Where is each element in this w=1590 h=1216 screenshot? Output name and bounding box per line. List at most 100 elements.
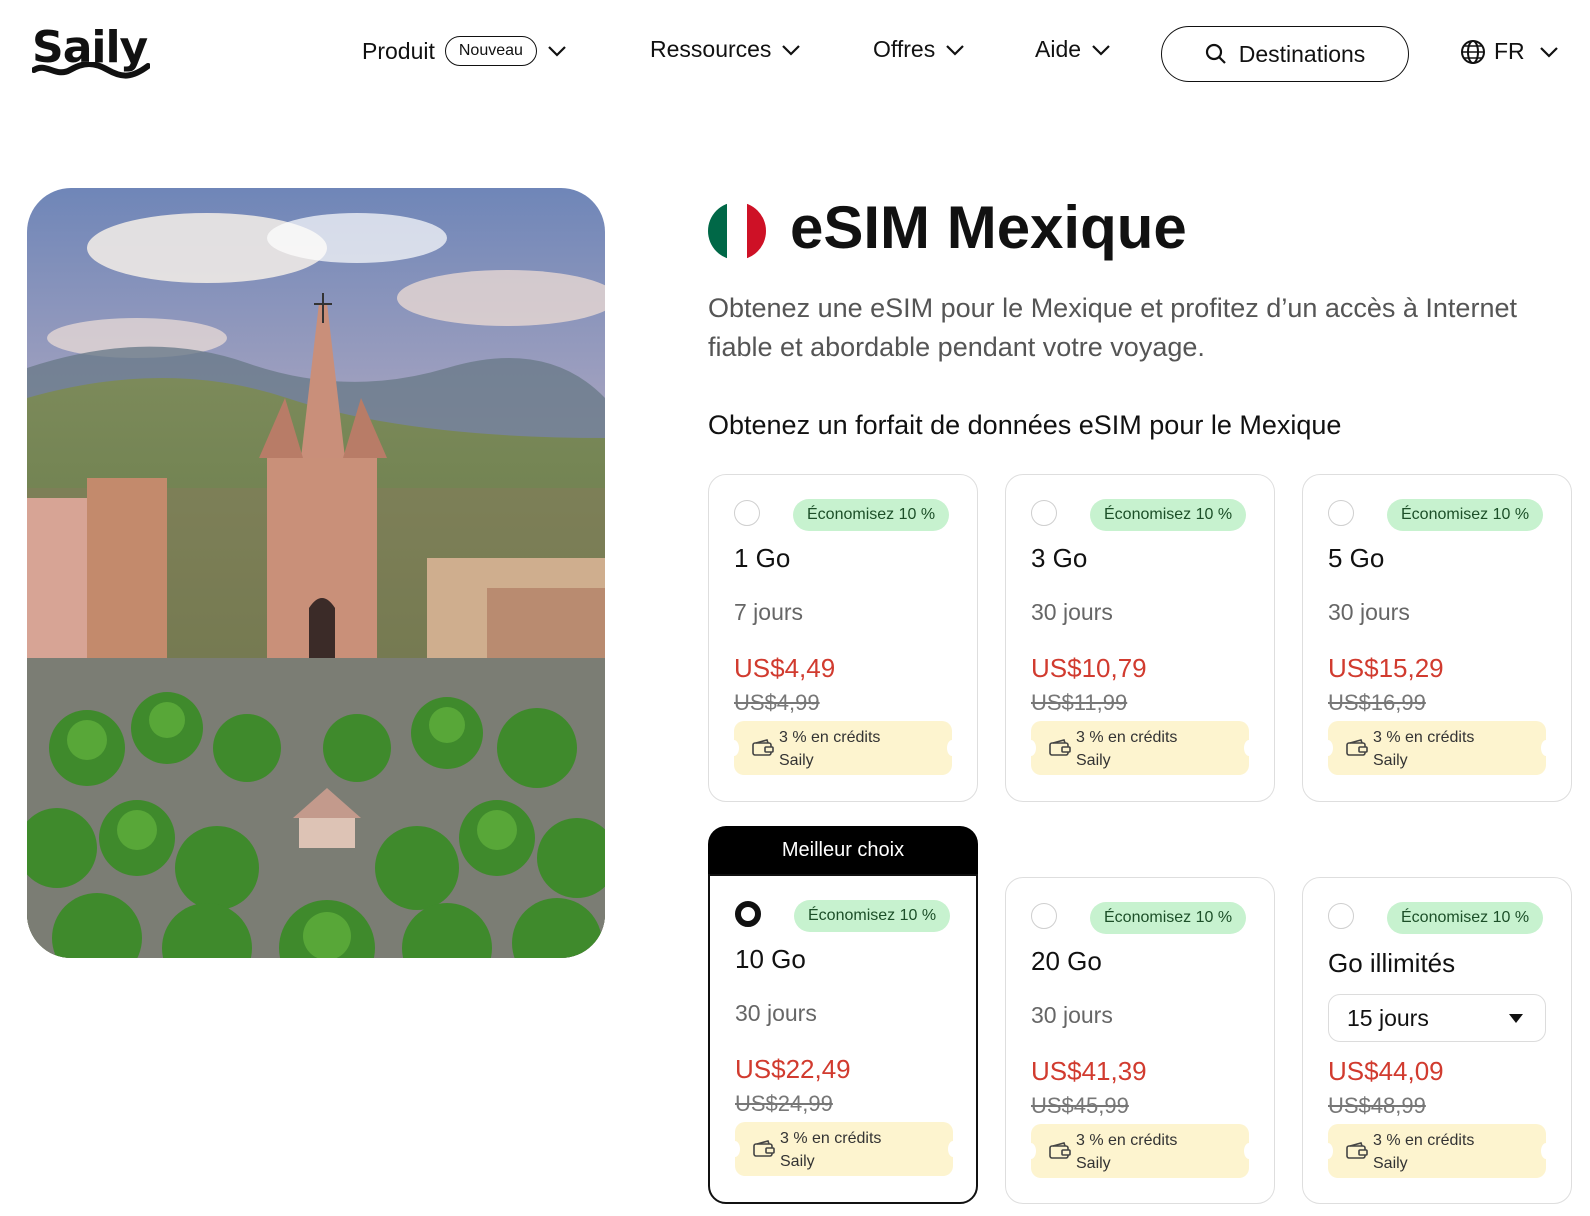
plan-radio[interactable]	[1031, 500, 1057, 526]
discount-badge: Économisez 10 %	[793, 499, 950, 531]
plan-price: US$41,39	[1031, 1056, 1147, 1086]
plan-radio[interactable]	[1328, 903, 1354, 929]
destinations-search-button[interactable]: Destinations	[1161, 26, 1409, 82]
plan-old-price: US$24,99	[735, 1091, 833, 1116]
plan-price: US$10,79	[1031, 653, 1147, 683]
chevron-down-icon	[548, 46, 566, 57]
credit-line-1: 3 % en crédits	[780, 1130, 882, 1147]
credit-line-2: Saily	[1076, 1155, 1111, 1172]
credit-line-1: 3 % en crédits	[779, 729, 881, 746]
plan-duration: 7 jours	[734, 599, 804, 625]
chevron-down-icon	[946, 44, 964, 56]
discount-badge: Économisez 10 %	[1387, 902, 1544, 934]
nav-resources-label: Ressources	[650, 36, 772, 62]
plan-price: US$22,49	[735, 1054, 851, 1084]
credit-text: 3 % en crédits Saily	[1076, 1129, 1177, 1175]
plan-old-price: US$4,99	[734, 690, 820, 715]
plan-price: US$4,49	[734, 653, 836, 683]
wallet-icon	[752, 739, 774, 756]
credit-line-1: 3 % en crédits	[1373, 1132, 1475, 1149]
credit-text: 3 % en crédits Saily	[1076, 726, 1177, 772]
new-badge: Nouveau	[444, 36, 537, 66]
nav-resources[interactable]: Ressources	[650, 36, 801, 63]
plan-old-price: US$45,99	[1031, 1093, 1129, 1118]
nav-help-label: Aide	[1035, 36, 1082, 62]
plan-duration: 30 jours	[1031, 1002, 1113, 1028]
plan-card[interactable]: Économisez 10 % 10 Go 30 jours US$22,49 …	[708, 874, 978, 1204]
plan-data-amount: 10 Go	[735, 944, 806, 974]
duration-select[interactable]: 15 jours	[1328, 994, 1546, 1042]
credit-line-1: 3 % en crédits	[1076, 1132, 1178, 1149]
wallet-icon	[753, 1140, 775, 1157]
plan-data-amount: 1 Go	[734, 543, 791, 573]
plan-data-amount: 20 Go	[1031, 946, 1102, 976]
plan-card[interactable]: Économisez 10 % 1 Go 7 jours US$4,49 US$…	[708, 474, 978, 802]
credit-line-2: Saily	[1373, 752, 1408, 769]
plan-price: US$44,09	[1328, 1056, 1444, 1086]
caret-down-icon	[1509, 1014, 1523, 1023]
credit-text: 3 % en crédits Saily	[780, 1127, 881, 1173]
nav-product[interactable]: Produit Nouveau	[362, 36, 567, 66]
plan-old-price: US$11,99	[1031, 690, 1128, 715]
plan-old-price: US$16,99	[1328, 690, 1426, 715]
chevron-down-icon	[1092, 44, 1110, 56]
wallet-icon	[1049, 739, 1071, 756]
mexico-flag-icon	[708, 202, 766, 260]
discount-badge: Économisez 10 %	[794, 900, 951, 932]
plans-heading: Obtenez un forfait de données eSIM pour …	[708, 410, 1342, 440]
top-navigation: Saily Produit Nouveau Ressources Offres …	[0, 0, 1590, 110]
nav-product-label: Produit	[362, 37, 435, 64]
wallet-icon	[1049, 1142, 1071, 1159]
discount-badge: Économisez 10 %	[1090, 499, 1247, 531]
plan-data-amount: 5 Go	[1328, 543, 1385, 573]
plan-card[interactable]: Économisez 10 % 3 Go 30 jours US$10,79 U…	[1005, 474, 1275, 802]
duration-select-value: 15 jours	[1347, 1004, 1429, 1031]
plan-radio[interactable]	[1328, 500, 1354, 526]
wallet-icon	[1346, 1142, 1368, 1159]
credit-text: 3 % en crédits Saily	[1373, 1129, 1474, 1175]
credit-line-2: Saily	[780, 1153, 815, 1170]
wallet-icon	[1346, 739, 1368, 756]
page-description: Obtenez une eSIM pour le Mexique et prof…	[708, 293, 1517, 362]
plan-card[interactable]: Économisez 10 % 20 Go 30 jours US$41,39 …	[1005, 877, 1275, 1204]
chevron-down-icon	[1539, 46, 1558, 58]
plan-radio[interactable]	[1031, 903, 1057, 929]
plan-radio[interactable]	[734, 500, 760, 526]
plan-data-amount: 3 Go	[1031, 543, 1088, 573]
search-icon	[1205, 43, 1226, 64]
credit-banner: 3 % en crédits Saily	[1026, 721, 1254, 775]
plan-data-amount: Go illimités	[1328, 948, 1456, 978]
discount-badge: Économisez 10 %	[1090, 902, 1247, 934]
credit-text: 3 % en crédits Saily	[1373, 726, 1474, 772]
plan-card[interactable]: Économisez 10 % Go illimités 15 jours US…	[1302, 877, 1572, 1204]
plan-duration: 30 jours	[1031, 599, 1113, 625]
destination-photo	[27, 188, 605, 958]
plan-duration: 30 jours	[1328, 599, 1410, 625]
credit-banner: 3 % en crédits Saily	[1323, 1124, 1551, 1178]
globe-icon	[1461, 39, 1485, 64]
credit-line-2: Saily	[779, 752, 814, 769]
credit-line-2: Saily	[1373, 1155, 1408, 1172]
credit-banner: 3 % en crédits Saily	[1323, 721, 1551, 775]
logo-wave-icon	[32, 62, 150, 79]
nav-offers-label: Offres	[873, 36, 936, 62]
discount-badge: Économisez 10 %	[1387, 499, 1544, 531]
plan-card[interactable]: Économisez 10 % 5 Go 30 jours US$15,29 U…	[1302, 474, 1572, 802]
credit-banner: 3 % en crédits Saily	[730, 1122, 958, 1176]
credit-line-2: Saily	[1076, 752, 1111, 769]
plan-duration: 30 jours	[735, 1000, 817, 1026]
plan-old-price: US$48,99	[1328, 1093, 1426, 1118]
credit-line-1: 3 % en crédits	[1373, 729, 1475, 746]
credit-line-1: 3 % en crédits	[1076, 729, 1178, 746]
plan-radio[interactable]	[735, 901, 761, 927]
best-choice-tag: Meilleur choix	[708, 826, 978, 874]
chevron-down-icon	[782, 44, 801, 56]
destinations-label: Destinations	[1238, 40, 1366, 67]
nav-offers[interactable]: Offres	[873, 36, 965, 63]
language-selector[interactable]: FR	[1460, 38, 1559, 65]
page-title: eSIM Mexique	[790, 194, 1187, 261]
credit-banner: 3 % en crédits Saily	[1026, 1124, 1254, 1178]
nav-help[interactable]: Aide	[1035, 36, 1111, 63]
credit-text: 3 % en crédits Saily	[779, 726, 880, 772]
plan-price: US$15,29	[1328, 653, 1444, 683]
